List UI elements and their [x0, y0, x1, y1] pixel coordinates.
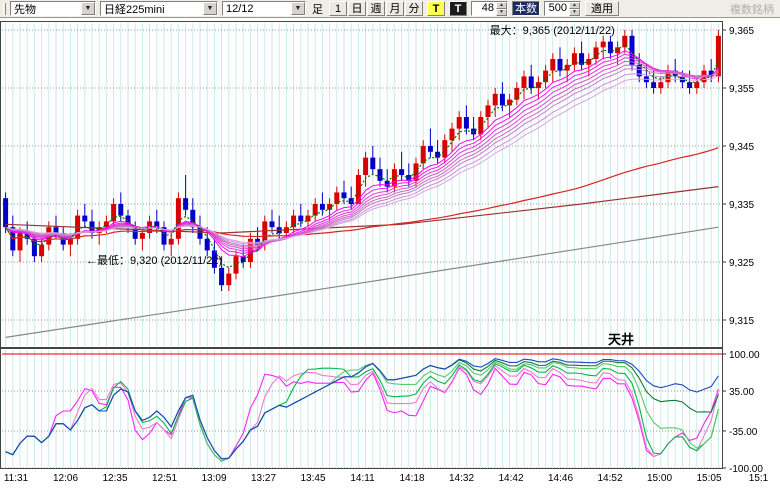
- instrument-type-value: 先物: [11, 1, 81, 17]
- bar-type-label: 足: [310, 1, 325, 17]
- chevron-down-icon[interactable]: ▼: [81, 2, 95, 15]
- oscillator-axis-label: 100.00: [729, 350, 760, 361]
- period-button-month[interactable]: 月: [386, 1, 404, 16]
- period-button-1min[interactable]: 1: [329, 1, 347, 16]
- time-axis-label: 11:31: [4, 473, 29, 484]
- time-axis-label: 14:32: [449, 473, 474, 484]
- contract-month-value: 12/12: [223, 3, 291, 15]
- symbol-select[interactable]: 日経225mini ▼: [100, 1, 218, 16]
- tick-mode-button-active[interactable]: T: [427, 1, 445, 16]
- time-axis-label: 15:1: [749, 473, 769, 484]
- period-button-day[interactable]: 日: [348, 1, 366, 16]
- price-chart[interactable]: 9,365 9,355 9,345 9,335 9,325 9,315 100.00 35.0…: [0, 18, 780, 500]
- instrument-type-select[interactable]: 先物 ▼: [10, 1, 96, 16]
- contract-month-select[interactable]: 12/12 ▼: [222, 1, 306, 16]
- time-axis-label: 15:00: [647, 473, 672, 484]
- time-axis-label: 14:18: [399, 473, 424, 484]
- oscillator-axis-label: -35.00: [729, 427, 758, 438]
- toolbar-grip-icon: [3, 3, 6, 15]
- oscillator-axis-label: 35.00: [729, 387, 754, 398]
- bar-count-stepper[interactable]: 500 ▲ ▼: [544, 1, 581, 16]
- time-axis-label: 12:06: [53, 473, 78, 484]
- time-axis-label: 14:46: [548, 473, 573, 484]
- tick-mode-button[interactable]: T: [449, 1, 467, 16]
- time-axis-label: 13:27: [251, 473, 276, 484]
- bar-count-value: 500: [545, 2, 569, 15]
- max-annotation: 最大：9,365 (2012/11/22): [490, 23, 615, 37]
- bars-mode-button[interactable]: 本数: [512, 1, 540, 16]
- time-axis-label: 14:42: [498, 473, 523, 484]
- min-annotation: ←最低：9,320 (2012/11/22): [86, 254, 222, 267]
- period-button-week[interactable]: 週: [367, 1, 385, 16]
- price-axis-label: 9,325: [729, 258, 754, 269]
- chevron-down-icon[interactable]: ▼: [291, 2, 305, 15]
- time-axis-label: 15:05: [696, 473, 721, 484]
- price-axis-label: 9,345: [729, 142, 754, 153]
- toolbar: 先物 ▼ 日経225mini ▼ 12/12 ▼ 足 1 日 週 月 分 T T…: [0, 0, 780, 18]
- price-axis-label: 9,335: [729, 200, 754, 211]
- spin-up-icon[interactable]: ▲: [569, 2, 580, 9]
- time-axis-label: 14:11: [350, 473, 375, 484]
- time-axis-label: 13:09: [201, 473, 226, 484]
- spin-up-icon[interactable]: ▲: [496, 2, 507, 9]
- price-axis-label: 9,355: [729, 84, 754, 95]
- time-axis-label: 12:35: [102, 473, 127, 484]
- time-axis-label: 12:51: [152, 473, 177, 484]
- spin-down-icon[interactable]: ▼: [496, 9, 507, 16]
- price-axis-label: 9,365: [729, 26, 754, 37]
- symbol-value: 日経225mini: [101, 1, 203, 17]
- bar-period-value: 48: [472, 2, 496, 15]
- time-axis-label: 14:52: [597, 473, 622, 484]
- multi-symbol-button[interactable]: 複数銘柄: [727, 1, 777, 17]
- ceiling-annotation: 天井: [608, 332, 634, 347]
- period-button-minute[interactable]: 分: [405, 1, 423, 16]
- period-button-group: 1 日 週 月 分: [329, 1, 423, 16]
- price-axis-label: 9,315: [729, 316, 754, 327]
- time-axis-label: 13:45: [300, 473, 325, 484]
- bar-period-stepper[interactable]: 48 ▲ ▼: [471, 1, 508, 16]
- chart-window: 先物 ▼ 日経225mini ▼ 12/12 ▼ 足 1 日 週 月 分 T T…: [0, 0, 780, 500]
- spin-down-icon[interactable]: ▼: [569, 9, 580, 16]
- chevron-down-icon[interactable]: ▼: [203, 2, 217, 15]
- apply-button[interactable]: 適用: [585, 1, 619, 16]
